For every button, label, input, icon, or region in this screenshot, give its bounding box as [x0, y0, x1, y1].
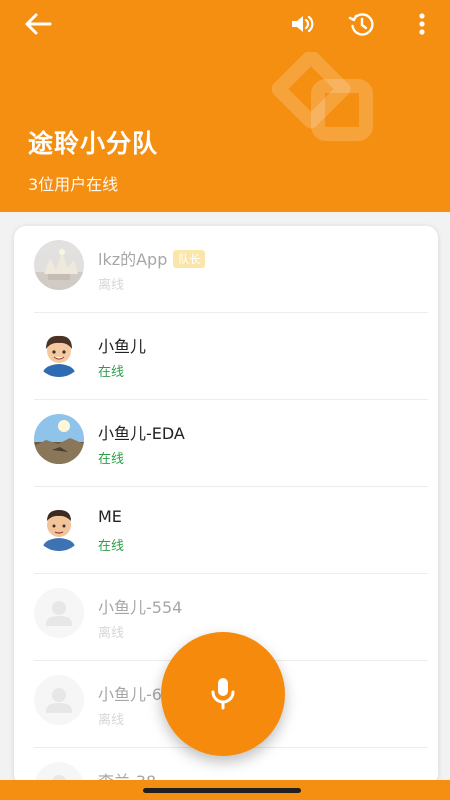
member-name-text: lkz的App	[98, 250, 168, 269]
group-title: 途聆小分队	[28, 129, 159, 158]
back-arrow-icon[interactable]	[22, 8, 54, 40]
microphone-icon	[211, 678, 235, 710]
person-placeholder-icon	[34, 588, 84, 638]
member-avatar	[34, 327, 84, 377]
member-avatar	[34, 501, 84, 551]
member-name: 小鱼儿	[98, 337, 147, 356]
member-avatar	[34, 675, 84, 725]
member-status: 离线	[98, 713, 125, 728]
member-row[interactable]: ME 在线	[14, 487, 438, 574]
top-toolbar	[0, 0, 450, 48]
volume-icon[interactable]	[286, 8, 318, 40]
member-row[interactable]: 小鱼儿-EDA 在线	[14, 400, 438, 487]
member-row[interactable]: lkz的App 队长 离线	[14, 226, 438, 313]
online-count: 3位用户在线	[28, 175, 119, 194]
member-avatar	[34, 588, 84, 638]
leader-badge: 队长	[173, 250, 206, 268]
push-to-talk-button[interactable]	[161, 632, 285, 756]
member-status: 在线	[98, 452, 125, 467]
member-row[interactable]: 小鱼儿 在线	[14, 313, 438, 400]
member-name: 小鱼儿-EDA	[98, 424, 185, 443]
app-header: 途聆小分队 3位用户在线	[0, 0, 450, 212]
member-status: 离线	[98, 626, 125, 641]
member-status: 在线	[98, 539, 125, 554]
member-name: 小鱼儿-6	[98, 685, 162, 704]
member-name: lkz的App 队长	[98, 246, 206, 270]
more-vertical-icon[interactable]	[406, 8, 438, 40]
logo-watermark-icon	[272, 52, 373, 141]
person-placeholder-icon	[34, 675, 84, 725]
member-avatar	[34, 240, 84, 290]
history-icon[interactable]	[346, 8, 378, 40]
member-status: 在线	[98, 365, 125, 380]
member-name: ME	[98, 507, 122, 526]
member-avatar	[34, 414, 84, 464]
member-name: 小鱼儿-554	[98, 598, 183, 617]
home-indicator[interactable]	[143, 788, 301, 793]
member-status: 离线	[98, 278, 125, 293]
